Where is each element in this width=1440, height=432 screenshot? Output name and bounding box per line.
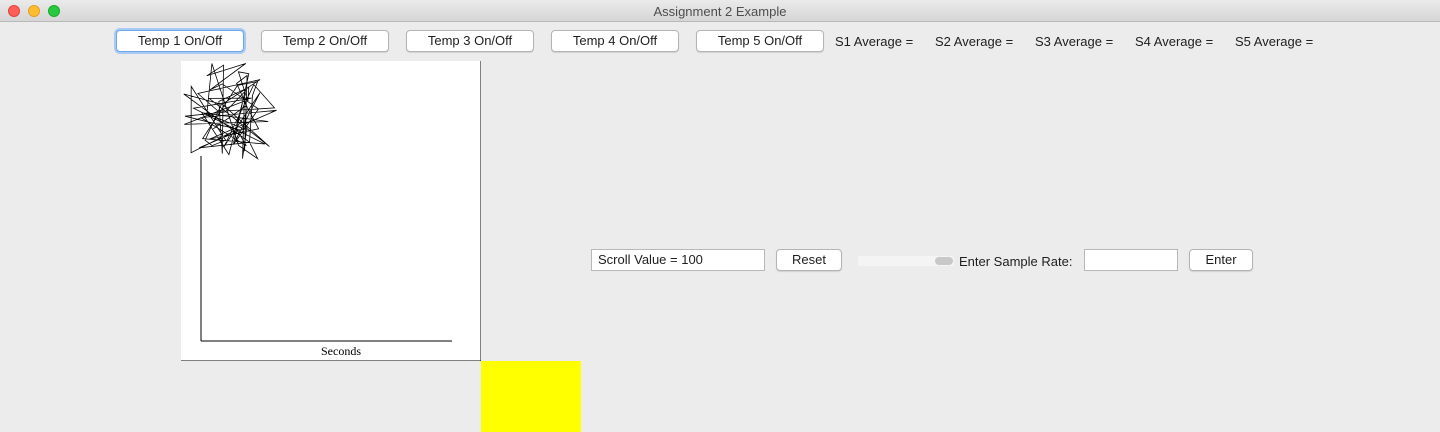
reset-button[interactable]: Reset: [776, 249, 842, 271]
x-axis-label: Seconds: [321, 344, 361, 358]
s4-average-label: S4 Average =: [1135, 34, 1214, 49]
sample-rate-label: Enter Sample Rate:: [959, 254, 1073, 269]
scroll-value-field[interactable]: Scroll Value = 100: [591, 249, 765, 271]
temp1-toggle-button[interactable]: Temp 1 On/Off: [116, 30, 244, 52]
color-swatch: [481, 361, 581, 432]
temperature-plot: Seconds: [181, 61, 481, 361]
temp4-toggle-button[interactable]: Temp 4 On/Off: [551, 30, 679, 52]
sensor-trace-line: [183, 63, 277, 160]
s5-average-label: S5 Average =: [1235, 34, 1314, 49]
temp2-toggle-button[interactable]: Temp 2 On/Off: [261, 30, 389, 52]
slider-thumb[interactable]: [935, 257, 953, 265]
window-title: Assignment 2 Example: [653, 4, 787, 19]
sensor-traces: [183, 63, 277, 160]
sample-rate-input[interactable]: [1084, 249, 1178, 271]
temp5-toggle-button[interactable]: Temp 5 On/Off: [696, 30, 824, 52]
s3-average-label: S3 Average =: [1035, 34, 1114, 49]
plot-canvas: Seconds: [181, 61, 481, 361]
s1-average-label: S1 Average =: [835, 34, 914, 49]
temp3-toggle-button[interactable]: Temp 3 On/Off: [406, 30, 534, 52]
s2-average-label: S2 Average =: [935, 34, 1014, 49]
title-bar: Assignment 2 Example: [0, 0, 1440, 22]
enter-button[interactable]: Enter: [1189, 249, 1253, 271]
